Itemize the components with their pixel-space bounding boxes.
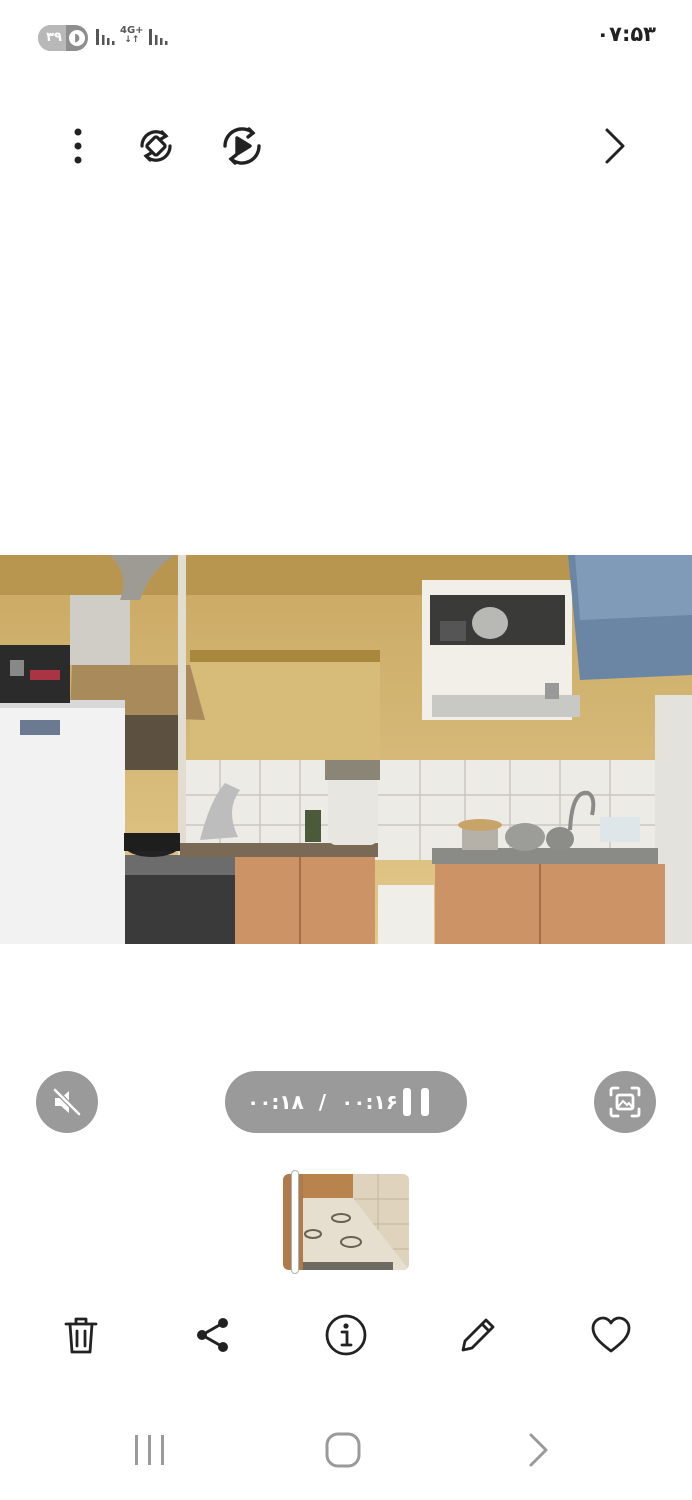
capture-frame-button[interactable] — [594, 1071, 656, 1133]
rotate-icon[interactable] — [130, 120, 182, 172]
home-icon[interactable] — [317, 1424, 369, 1476]
info-icon[interactable] — [321, 1310, 371, 1360]
charging-icon: ◗ — [69, 30, 85, 46]
duration-label: ۰۰:۱۸ — [247, 1090, 304, 1114]
video-timeline-thumbnail[interactable] — [283, 1174, 409, 1270]
edit-icon[interactable] — [453, 1310, 503, 1360]
signal-strength-icon-2 — [149, 29, 168, 45]
signal-strength-icon — [96, 29, 115, 45]
favorite-icon[interactable] — [586, 1310, 636, 1360]
clock: ۰۷:۵۳ — [596, 22, 656, 46]
pause-button[interactable] — [403, 1088, 429, 1116]
playback-controls: ۰۰:۱۸ / ۰۰:۱۶ — [225, 1071, 467, 1133]
capture-icon — [609, 1086, 641, 1118]
battery-indicator: ۳۹ ◗ — [38, 25, 88, 51]
battery-level: ۳۹ — [46, 30, 62, 45]
playback-time: ۰۰:۱۸ / ۰۰:۱۶ — [247, 1071, 398, 1133]
video-frame[interactable] — [0, 555, 692, 944]
elapsed-label: ۰۰:۱۶ — [341, 1090, 398, 1114]
next-icon[interactable] — [588, 120, 640, 172]
volume-muted-icon — [53, 1088, 81, 1116]
share-icon[interactable] — [187, 1310, 237, 1360]
back-icon[interactable] — [512, 1424, 564, 1476]
time-separator: / — [318, 1090, 327, 1114]
timeline-scrubber-handle[interactable] — [291, 1170, 299, 1274]
more-options-icon[interactable] — [52, 120, 104, 172]
motion-play-icon[interactable] — [216, 120, 268, 172]
pause-icon — [403, 1088, 411, 1116]
network-type: 4G+ ↓↑ — [120, 25, 144, 45]
recent-apps-icon[interactable] — [124, 1424, 176, 1476]
status-bar: ۳۹ ◗ 4G+ ↓↑ ۰۷:۵۳ — [0, 0, 692, 72]
delete-icon[interactable] — [56, 1310, 106, 1360]
mute-button[interactable] — [36, 1071, 98, 1133]
